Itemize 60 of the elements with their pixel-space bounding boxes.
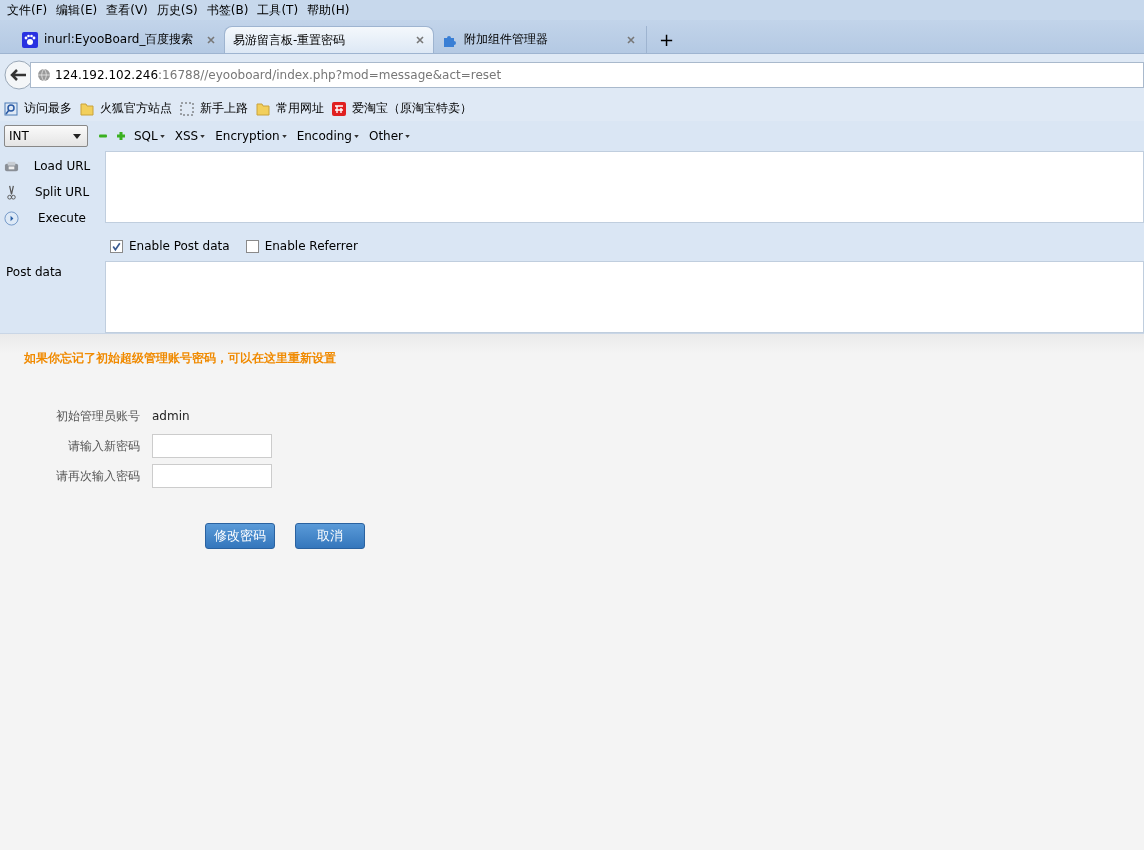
caret-icon [353, 134, 359, 138]
form-button[interactable]: 修改密码 [205, 523, 275, 549]
bookmark-item[interactable]: 新手上路 [180, 100, 248, 117]
checkbox[interactable] [245, 239, 259, 253]
folder-icon [80, 101, 94, 116]
menu-item[interactable]: 帮助(H) [304, 1, 356, 19]
menu-item[interactable]: 文件(F) [4, 1, 54, 19]
field-label: 请输入新密码 [67, 437, 140, 455]
shop-logo-icon [332, 101, 346, 116]
browser-tab[interactable]: inurl:EyooBoard_百度搜索 [14, 26, 224, 53]
plus-icon[interactable] [116, 131, 126, 141]
dropdown-menu[interactable]: Other [368, 129, 411, 143]
checkbox-label[interactable]: Enable Referrer [264, 239, 358, 253]
address-bar[interactable]: 124.192.102.246:16788//eyooboard/index.php?mod=message&act=reset [30, 62, 1144, 88]
account-value: admin [152, 409, 190, 423]
close-icon[interactable] [206, 34, 216, 45]
scissors-icon [4, 184, 19, 200]
magnifier-icon [4, 101, 18, 116]
caret-icon [73, 133, 81, 139]
action-button[interactable]: Split URL [0, 179, 105, 205]
action-button[interactable]: Load URL [0, 153, 105, 179]
post-data-label: Post data [5, 264, 63, 279]
field-label: 请再次输入密码 [55, 467, 140, 485]
password-field[interactable] [152, 434, 272, 458]
menu-item[interactable]: 书签(B) [203, 1, 255, 19]
menu-item[interactable]: 工具(T) [254, 1, 305, 19]
caret-icon [405, 134, 411, 138]
account-label: 初始管理员账号 [55, 407, 140, 425]
caret-icon [200, 134, 206, 138]
notice-text: 如果你忘记了初始超级管理账号密码，可以在这里重新设置 [24, 350, 337, 367]
folder-icon [256, 101, 270, 116]
dropdown-menu[interactable]: Encryption [215, 129, 287, 143]
action-button[interactable]: Execute [0, 205, 105, 231]
caret-icon [159, 134, 165, 138]
play-icon [4, 210, 19, 226]
menu-item[interactable]: 编辑(E) [53, 1, 104, 19]
browser-tab[interactable]: 附加组件管理器 [434, 26, 644, 53]
dashed-square-icon [180, 101, 194, 116]
post-data-textarea[interactable] [105, 261, 1144, 333]
bookmark-item[interactable]: 访问最多 [4, 100, 72, 117]
form-button[interactable]: 取消 [295, 523, 365, 549]
url-textarea[interactable] [105, 151, 1144, 223]
menu-item[interactable]: 查看(V) [103, 1, 154, 19]
close-icon[interactable] [626, 34, 636, 45]
checkbox[interactable] [110, 239, 123, 253]
dropdown-menu[interactable]: XSS [174, 129, 206, 143]
dropdown-menu[interactable]: SQL [134, 129, 165, 143]
close-icon[interactable] [415, 35, 425, 45]
menu-item[interactable]: 历史(S) [153, 1, 204, 19]
browser-tab[interactable]: 易游留言板-重置密码 [224, 26, 434, 53]
bookmark-item[interactable]: 火狐官方站点 [80, 100, 172, 117]
password-field[interactable] [152, 464, 272, 488]
encoding-select[interactable]: INT [4, 125, 88, 147]
bookmark-item[interactable]: 爱淘宝（原淘宝特卖） [332, 100, 472, 117]
dropdown-menu[interactable]: Encoding [296, 129, 359, 143]
bookmark-item[interactable]: 常用网址 [256, 100, 324, 117]
paw-icon [22, 31, 38, 48]
checkbox-label[interactable]: Enable Post data [129, 239, 230, 253]
globe-icon [37, 68, 51, 82]
caret-icon [281, 134, 287, 138]
